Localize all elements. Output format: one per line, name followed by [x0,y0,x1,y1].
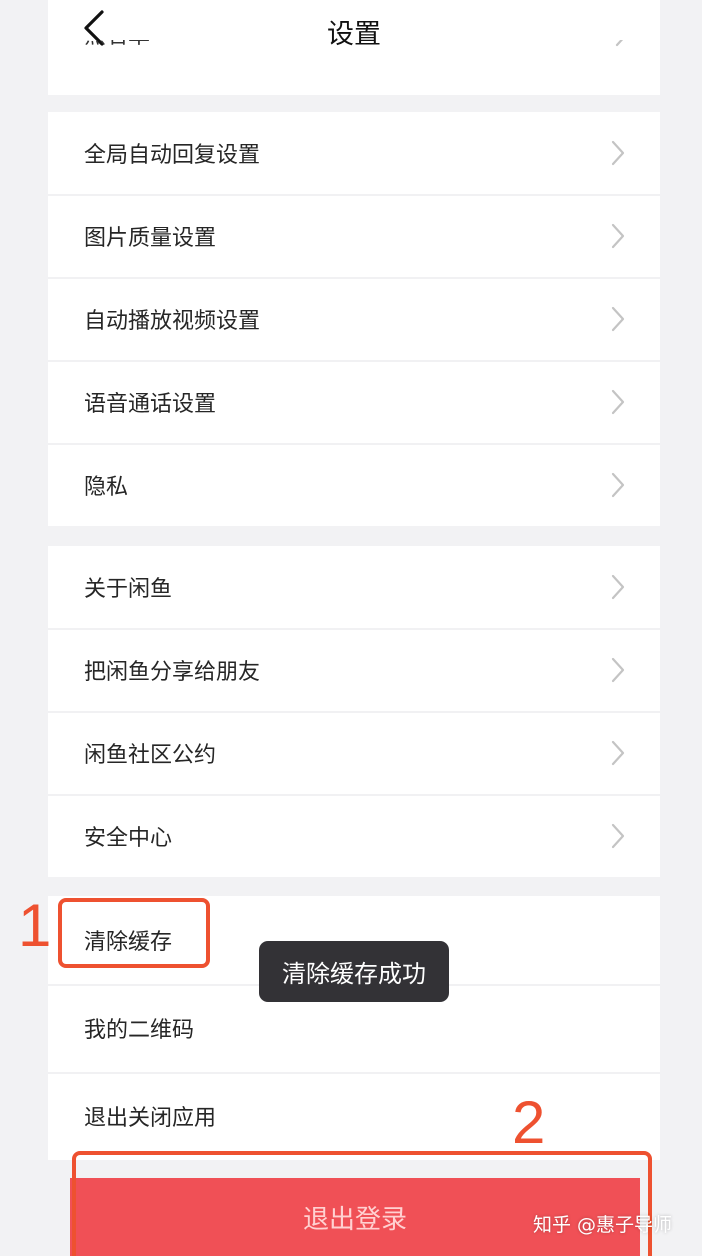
chevron-right-icon [611,306,625,331]
chevron-right-icon [611,657,625,682]
chevron-right-icon [611,223,625,248]
item-label: 闲鱼社区公约 [84,742,217,768]
settings-group-misc: 清除缓存 我的二维码 退出关闭应用 [48,896,660,1160]
item-label: 退出关闭应用 [84,1106,217,1131]
chevron-right-icon [611,740,625,765]
chevron-right-icon [611,472,625,497]
settings-group-about: 关于闲鱼 把闲鱼分享给朋友 闲鱼社区公约 安全中心 [48,546,660,877]
settings-group-general: 全局自动回复设置 图片质量设置 自动播放视频设置 语音通话设置 隐私 [48,112,660,526]
list-item-community-rules[interactable]: 闲鱼社区公约 [48,711,660,794]
chevron-right-icon [611,823,625,848]
list-item-about[interactable]: 关于闲鱼 [48,546,660,628]
list-item-voice-call[interactable]: 语音通话设置 [48,360,660,443]
item-label: 清除缓存 [84,930,173,955]
watermark: 知乎 @惠子导师 [533,1214,673,1236]
chevron-right-icon [611,389,625,414]
list-item-security-center[interactable]: 安全中心 [48,794,660,877]
item-label: 语音通话设置 [84,391,217,417]
toast-message: 清除缓存成功 [259,941,449,1002]
item-label: 全局自动回复设置 [84,143,261,168]
list-item-auto-reply[interactable]: 全局自动回复设置 [48,112,660,194]
settings-page: 设置 黑名单 全局自动回复设置 图片质量设置 自动播放视频设置 语音通话设置 隐… [0,0,702,1256]
chevron-right-icon [611,140,625,166]
list-item-privacy[interactable]: 隐私 [48,443,660,526]
clipped-item-label: 黑名单 [84,40,150,50]
header: 设置 黑名单 [48,0,660,95]
list-item-clipped[interactable]: 黑名单 [84,40,660,66]
chevron-right-icon [611,574,625,600]
annotation-step-1: 1 [18,892,52,959]
chevron-right-icon [615,40,624,47]
list-item-exit-app[interactable]: 退出关闭应用 [48,1072,660,1160]
item-label: 安全中心 [84,825,173,851]
list-item-share-app[interactable]: 把闲鱼分享给朋友 [48,628,660,711]
list-item-autoplay-video[interactable]: 自动播放视频设置 [48,277,660,360]
item-label: 我的二维码 [84,1018,195,1043]
list-item-image-quality[interactable]: 图片质量设置 [48,194,660,277]
item-label: 关于闲鱼 [84,577,173,602]
item-label: 图片质量设置 [84,225,217,251]
item-label: 把闲鱼分享给朋友 [84,659,261,685]
annotation-step-2: 2 [512,1089,546,1156]
item-label: 自动播放视频设置 [84,308,261,334]
item-label: 隐私 [84,474,129,500]
